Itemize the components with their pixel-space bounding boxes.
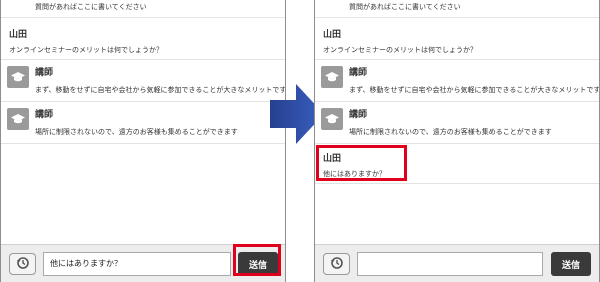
history-button[interactable] bbox=[323, 253, 350, 275]
message-item: 講師 場所に制限されないので、遠方のお客様も集めることができます bbox=[1, 102, 285, 144]
message-author: 講師 bbox=[349, 110, 368, 120]
message-item: 山田 オンラインセミナーのメリットは何でしょうか？ bbox=[315, 18, 599, 60]
message-text: オンラインセミナーのメリットは何でしょうか？ bbox=[323, 46, 477, 54]
message-author: 山田 bbox=[9, 30, 28, 40]
message-author: 講師 bbox=[35, 68, 54, 78]
message-text: 場所に制限されないので、遠方のお客様も集めることができます bbox=[349, 128, 552, 136]
chat-panel-before: 質問があればここに書いてください 山田 オンラインセミナーのメリットは何でしょう… bbox=[0, 0, 286, 282]
graduation-cap-icon bbox=[7, 66, 29, 88]
send-button[interactable]: 送信 bbox=[551, 252, 591, 276]
highlight-box-send-button bbox=[233, 244, 281, 276]
graduation-cap-icon bbox=[321, 108, 343, 130]
graduation-cap-icon bbox=[321, 66, 343, 88]
message-partial: 質問があればここに書いてください bbox=[1, 0, 285, 18]
chat-message-input[interactable] bbox=[357, 252, 543, 276]
chat-input-bar: 送信 bbox=[315, 244, 599, 282]
message-text: 質問があればここに書いてください bbox=[35, 3, 147, 11]
message-author: 講師 bbox=[349, 68, 368, 78]
message-item: 講師 まず、移動をせずに自宅や会社から気軽に参加できることが大きなメリットです bbox=[315, 60, 599, 102]
message-text: オンラインセミナーのメリットは何でしょうか？ bbox=[9, 46, 163, 54]
message-item: 山田 オンラインセミナーのメリットは何でしょうか？ bbox=[1, 18, 285, 60]
history-icon bbox=[330, 255, 344, 274]
message-text: 質問があればここに書いてください bbox=[349, 3, 461, 11]
history-button[interactable] bbox=[9, 253, 36, 275]
message-text: まず、移動をせずに自宅や会社から気軽に参加できることが大きなメリットです bbox=[349, 86, 600, 94]
message-item: 講師 場所に制限されないので、遠方のお客様も集めることができます bbox=[315, 102, 599, 144]
message-author: 山田 bbox=[323, 30, 342, 40]
message-partial: 質問があればここに書いてください bbox=[315, 0, 599, 18]
highlight-box-new-message bbox=[316, 145, 407, 181]
history-icon bbox=[16, 255, 30, 274]
chat-message-input[interactable]: 他にはありますか？ bbox=[43, 252, 231, 276]
graduation-cap-icon bbox=[7, 108, 29, 130]
message-author: 講師 bbox=[35, 110, 54, 120]
message-item: 講師 まず、移動をせずに自宅や会社から気軽に参加できることが大きなメリットです bbox=[1, 60, 285, 102]
message-text: まず、移動をせずに自宅や会社から気軽に参加できることが大きなメリットです bbox=[35, 86, 286, 94]
message-text: 場所に制限されないので、遠方のお客様も集めることができます bbox=[35, 128, 238, 136]
chat-panel-after: 質問があればここに書いてください 山田 オンラインセミナーのメリットは何でしょう… bbox=[314, 0, 600, 282]
